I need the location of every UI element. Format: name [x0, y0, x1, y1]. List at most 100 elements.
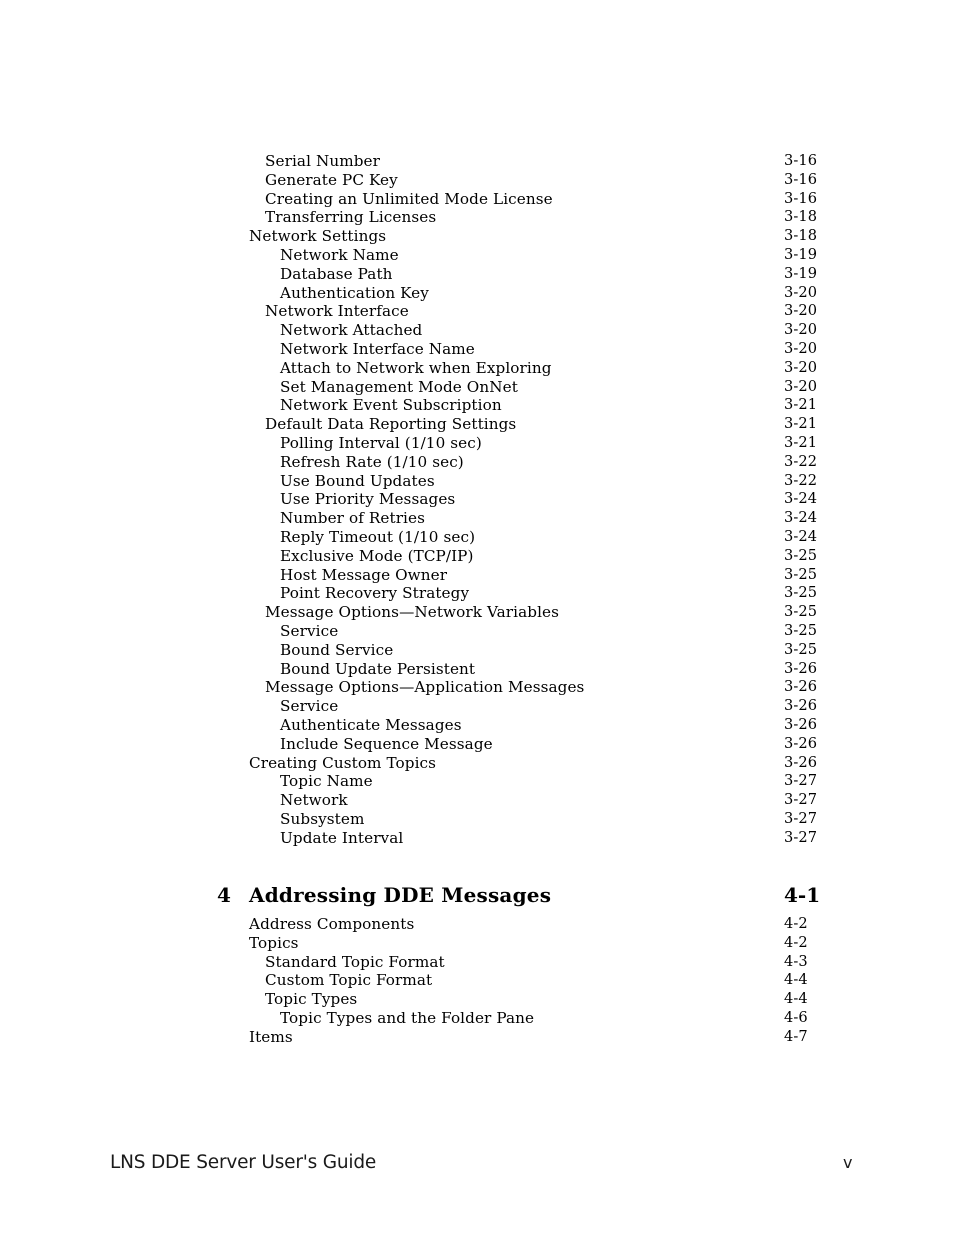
toc-entry-label: Subsystem — [280, 809, 365, 828]
toc-entry[interactable]: Bound Service 3-25 — [0, 641, 954, 660]
chapter-title: Addressing DDE Messages — [249, 883, 552, 907]
toc-entry[interactable]: Exclusive Mode (TCP/IP) 3-25 — [0, 547, 954, 566]
toc-entry[interactable]: Include Sequence Message 3-26 — [0, 735, 954, 754]
toc-entry[interactable]: Message Options—Application Messages 3-26 — [0, 678, 954, 697]
toc-entry-label: Use Priority Messages — [280, 490, 456, 509]
toc-entry-label: Reply Timeout (1/10 sec) — [280, 527, 476, 546]
footer-document-title: LNS DDE Server User's Guide — [110, 1152, 377, 1173]
toc-entry-page-number: 3-27 — [784, 828, 818, 846]
toc-entry[interactable]: Network Attached 3-20 — [0, 321, 954, 340]
toc-entry[interactable]: Authenticate Messages 3-26 — [0, 716, 954, 735]
toc-entry-page-number: 3-26 — [784, 734, 818, 752]
toc-entry[interactable]: Network Interface Name 3-20 — [0, 340, 954, 359]
toc-entry[interactable]: Reply Timeout (1/10 sec) 3-24 — [0, 528, 954, 547]
toc-entry-label: Network Interface — [265, 302, 409, 321]
toc-entry-label: Attach to Network when Exploring — [280, 358, 552, 377]
toc-entry-label: Address Components — [249, 915, 415, 933]
toc-entry-label: Items — [249, 1027, 293, 1046]
toc-entry-page-number: 4-4 — [784, 971, 808, 989]
toc-entry-page-number: 3-26 — [784, 715, 818, 733]
chapter-heading[interactable]: 4 Addressing DDE Messages 4-1 — [0, 882, 954, 908]
toc-entry-label: Network Event Subscription — [280, 396, 502, 415]
toc-entry[interactable]: Use Priority Messages 3-24 — [0, 490, 954, 509]
toc-entry[interactable]: Topic Types 4-4 — [0, 990, 954, 1009]
toc-entry[interactable]: Attach to Network when Exploring 3-20 — [0, 359, 954, 378]
chapter-page-number: 4-1 — [784, 883, 821, 907]
toc-entry[interactable]: Topics 4-2 — [0, 934, 954, 953]
toc-entry[interactable]: Default Data Reporting Settings 3-21 — [0, 415, 954, 434]
toc-entry-page-number: 3-24 — [784, 527, 818, 545]
toc-entry-page-number: 3-20 — [784, 283, 818, 301]
toc-entry-page-number: 3-24 — [784, 509, 818, 527]
toc-entry[interactable]: Database Path 3-19 — [0, 265, 954, 284]
toc-entry-label: Point Recovery Strategy — [280, 584, 470, 603]
toc-entry-label: Topics — [249, 933, 299, 952]
toc-entry[interactable]: Authentication Key 3-20 — [0, 284, 954, 303]
toc-entry-page-number: 3-18 — [784, 208, 818, 226]
toc-entry-page-number: 3-16 — [784, 189, 818, 207]
toc-page: Serial Number 3-16 Generate PC Key 3-16 Crea… — [0, 0, 954, 1235]
toc-entry-page-number: 4-2 — [784, 915, 808, 932]
toc-entry-label: Standard Topic Format — [265, 952, 445, 971]
toc-entry-page-number: 3-26 — [784, 753, 818, 771]
toc-entry[interactable]: Point Recovery Strategy 3-25 — [0, 584, 954, 603]
toc-entry[interactable]: Service 3-25 — [0, 622, 954, 641]
toc-entry-page-number: 4-3 — [784, 952, 808, 970]
toc-entry[interactable]: Network Interface 3-20 — [0, 302, 954, 321]
toc-entry[interactable]: Topic Name 3-27 — [0, 772, 954, 791]
toc-entry-label: Bound Service — [280, 640, 394, 659]
toc-entry-page-number: 4-4 — [784, 990, 808, 1008]
toc-entry[interactable]: Standard Topic Format 4-3 — [0, 953, 954, 972]
toc-entry[interactable]: Polling Interval (1/10 sec) 3-21 — [0, 434, 954, 453]
toc-entry[interactable]: Update Interval 3-27 — [0, 829, 954, 848]
toc-entry[interactable]: Network 3-27 — [0, 791, 954, 810]
toc-entry-label: Service — [280, 621, 339, 640]
toc-entry-label: Network Settings — [249, 227, 387, 246]
toc-entry[interactable]: Host Message Owner 3-25 — [0, 566, 954, 585]
toc-entry[interactable]: Generate PC Key 3-16 — [0, 171, 954, 190]
toc-entry-page-number: 3-25 — [784, 546, 818, 564]
toc-entry-page-number: 3-21 — [784, 396, 818, 414]
toc-entry[interactable]: Message Options—Network Variables 3-25 — [0, 603, 954, 622]
toc-entry-label: Topic Types — [265, 990, 358, 1009]
toc-entry[interactable]: Network Event Subscription 3-21 — [0, 396, 954, 415]
toc-entry-page-number: 3-26 — [784, 678, 818, 696]
toc-entry[interactable]: Topic Types and the Folder Pane 4-6 — [0, 1009, 954, 1028]
toc-entry-page-number: 3-19 — [784, 245, 818, 263]
toc-entry-page-number: 3-20 — [784, 339, 818, 357]
toc-entry-label: Topic Name — [280, 772, 373, 791]
toc-entry-label: Serial Number — [265, 152, 380, 170]
toc-entry-page-number: 3-21 — [784, 433, 818, 451]
toc-entry-page-number: 3-25 — [784, 640, 818, 658]
toc-entry[interactable]: Service 3-26 — [0, 697, 954, 716]
toc-entry-label: Number of Retries — [280, 509, 425, 528]
toc-entry[interactable]: Items 4-7 — [0, 1028, 954, 1047]
toc-entry-page-number: 3-16 — [784, 170, 818, 188]
toc-entry-page-number: 3-26 — [784, 659, 818, 677]
toc-entry[interactable]: Transferring Licenses 3-18 — [0, 208, 954, 227]
toc-entry[interactable]: Refresh Rate (1/10 sec) 3-22 — [0, 453, 954, 472]
toc-entry[interactable]: Serial Number 3-16 — [0, 152, 954, 171]
toc-entry[interactable]: Use Bound Updates 3-22 — [0, 472, 954, 491]
toc-entry-page-number: 4-6 — [784, 1008, 808, 1026]
toc-entry-label: Use Bound Updates — [280, 471, 435, 490]
toc-entry[interactable]: Custom Topic Format 4-4 — [0, 971, 954, 990]
toc-entry-page-number: 3-25 — [784, 603, 818, 621]
page-footer: LNS DDE Server User's Guide v — [0, 1152, 954, 1182]
toc-entry-label: Polling Interval (1/10 sec) — [280, 433, 482, 452]
toc-entry-page-number: 3-16 — [784, 152, 818, 169]
toc-entry[interactable]: Address Components 4-2 — [0, 915, 954, 934]
toc-entry[interactable]: Bound Update Persistent 3-26 — [0, 660, 954, 679]
toc-entry-label: Transferring Licenses — [265, 208, 437, 227]
toc-entry-label: Message Options—Network Variables — [265, 603, 560, 622]
toc-entry-list-continued: Serial Number 3-16 Generate PC Key 3-16 Crea… — [0, 152, 954, 847]
toc-entry[interactable]: Set Management Mode OnNet 3-20 — [0, 378, 954, 397]
toc-entry-label: Creating Custom Topics — [249, 753, 437, 772]
toc-entry[interactable]: Subsystem 3-27 — [0, 810, 954, 829]
toc-entry[interactable]: Number of Retries 3-24 — [0, 509, 954, 528]
toc-entry[interactable]: Network Settings 3-18 — [0, 227, 954, 246]
toc-entry[interactable]: Creating Custom Topics 3-26 — [0, 754, 954, 773]
toc-entry[interactable]: Creating an Unlimited Mode License 3-16 — [0, 190, 954, 209]
toc-entry[interactable]: Network Name 3-19 — [0, 246, 954, 265]
toc-entry-page-number: 3-19 — [784, 264, 818, 282]
